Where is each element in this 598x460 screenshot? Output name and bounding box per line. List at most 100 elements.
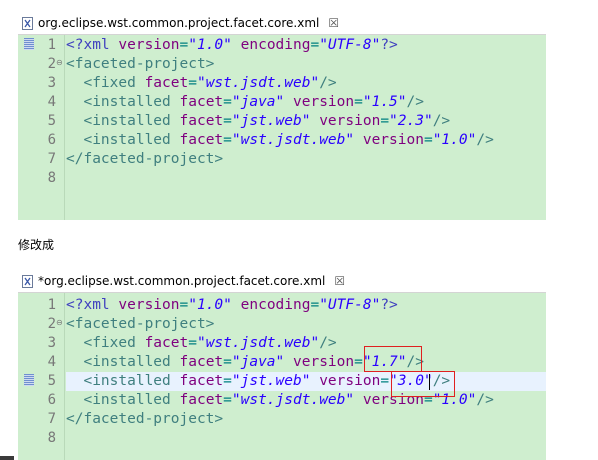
code-token: "java" — [231, 354, 285, 370]
overview-ruler — [18, 35, 36, 220]
code-line[interactable]: <installed facet="jst.web" version="2.3"… — [66, 112, 450, 131]
code-token: "1.0" — [188, 37, 232, 53]
line-number: 6 — [47, 132, 56, 148]
code-token: <?xml — [66, 37, 119, 53]
code-token: = — [179, 297, 189, 313]
code-token: /> — [319, 335, 337, 351]
xml-file-icon — [22, 274, 33, 288]
code-line[interactable]: <installed facet="wst.jsdt.web" version=… — [66, 131, 494, 150]
code-token: = — [380, 113, 390, 129]
code-token: = — [380, 373, 390, 389]
code-token: "1.0" — [188, 297, 232, 313]
caption-text: 修改成 — [18, 238, 55, 252]
close-icon[interactable]: ☒ — [334, 274, 345, 288]
gutter-divider — [64, 293, 65, 460]
code-token: ?> — [380, 37, 398, 53]
line-number: 1 — [47, 297, 56, 313]
code-line[interactable]: </faceted-project> — [66, 410, 223, 429]
code-token: /> — [476, 392, 494, 408]
code-token: version — [293, 94, 355, 110]
code-token: facet — [179, 373, 224, 389]
code-token: </faceted-project> — [66, 411, 224, 427]
code-token: "jst.web" — [231, 373, 311, 389]
code-token: = — [223, 113, 232, 129]
editor-tab-bar: org.eclipse.wst.common.project.facet.cor… — [18, 12, 546, 35]
code-token: version — [319, 113, 381, 129]
code-token: <installed — [83, 354, 180, 370]
editor-tab-bar: *org.eclipse.wst.common.project.facet.co… — [18, 270, 546, 293]
code-token: <installed — [83, 373, 180, 389]
code-token: <?xml — [66, 297, 119, 313]
code-token: = — [223, 94, 232, 110]
code-token: "1.5" — [362, 94, 407, 110]
code-token: = — [179, 37, 189, 53]
code-token: <fixed — [83, 335, 145, 351]
code-token: facet — [179, 132, 224, 148]
fold-collapse-icon[interactable]: ⊖ — [56, 318, 63, 327]
code-token: <faceted-project> — [66, 56, 215, 72]
code-token: "java" — [231, 94, 285, 110]
line-number: 8 — [47, 170, 56, 186]
code-token: "wst.jsdt.web" — [196, 75, 320, 91]
gutter-divider — [64, 35, 65, 220]
line-number: 4 — [47, 94, 56, 110]
code-token: version — [293, 354, 355, 370]
code-token: = — [188, 75, 197, 91]
code-token: ?> — [380, 297, 398, 313]
code-token: /> — [476, 132, 494, 148]
current-line-marker — [24, 374, 34, 386]
code-token: = — [223, 354, 232, 370]
line-number: 5 — [47, 373, 56, 389]
fold-collapse-icon[interactable]: ⊖ — [56, 58, 63, 67]
change-highlight-box — [391, 371, 455, 397]
code-token: "wst.jsdt.web" — [196, 335, 320, 351]
code-token: facet — [179, 113, 224, 129]
line-number: 6 — [47, 392, 56, 408]
code-token: = — [310, 37, 320, 53]
window-corner — [0, 456, 14, 460]
code-token: "jst.web" — [231, 113, 311, 129]
code-token: = — [223, 373, 232, 389]
line-number: 4 — [47, 354, 56, 370]
code-token: <fixed — [83, 75, 145, 91]
code-token: = — [223, 132, 232, 148]
code-line[interactable]: <faceted-project> — [66, 315, 214, 334]
code-line[interactable]: </faceted-project> — [66, 150, 223, 169]
code-token: "1.0" — [432, 132, 477, 148]
editor-tab[interactable]: *org.eclipse.wst.common.project.facet.co… — [18, 270, 352, 292]
code-token: version — [319, 373, 381, 389]
code-token: = — [354, 94, 363, 110]
code-token: facet — [179, 354, 224, 370]
code-token: version — [118, 297, 180, 313]
editor-panel-modified[interactable]: *org.eclipse.wst.common.project.facet.co… — [18, 270, 546, 460]
change-highlight-box — [364, 346, 422, 372]
code-line[interactable]: <?xml version="1.0" encoding="UTF-8"?> — [66, 296, 398, 315]
code-token: facet — [144, 335, 189, 351]
editor-tab[interactable]: org.eclipse.wst.common.project.facet.cor… — [18, 12, 346, 34]
code-line[interactable]: <fixed facet="wst.jsdt.web"/> — [66, 334, 337, 353]
line-number: 7 — [47, 151, 56, 167]
code-line[interactable]: <installed facet="java" version="1.5"/> — [66, 93, 424, 112]
close-icon[interactable]: ☒ — [328, 16, 339, 30]
code-line[interactable]: <?xml version="1.0" encoding="UTF-8"?> — [66, 36, 398, 55]
code-token: = — [223, 392, 232, 408]
current-line-marker — [24, 38, 34, 50]
code-line[interactable]: <fixed facet="wst.jsdt.web"/> — [66, 74, 336, 93]
code-line[interactable]: <faceted-project> — [66, 55, 214, 74]
editor-panel-original[interactable]: org.eclipse.wst.common.project.facet.cor… — [18, 12, 546, 220]
code-token: encoding — [240, 37, 311, 53]
code-token: "UTF-8" — [319, 37, 381, 53]
code-token: = — [310, 297, 320, 313]
line-number: 2 — [47, 316, 56, 332]
code-token: <installed — [83, 132, 180, 148]
code-token: "wst.jsdt.web" — [231, 132, 355, 148]
